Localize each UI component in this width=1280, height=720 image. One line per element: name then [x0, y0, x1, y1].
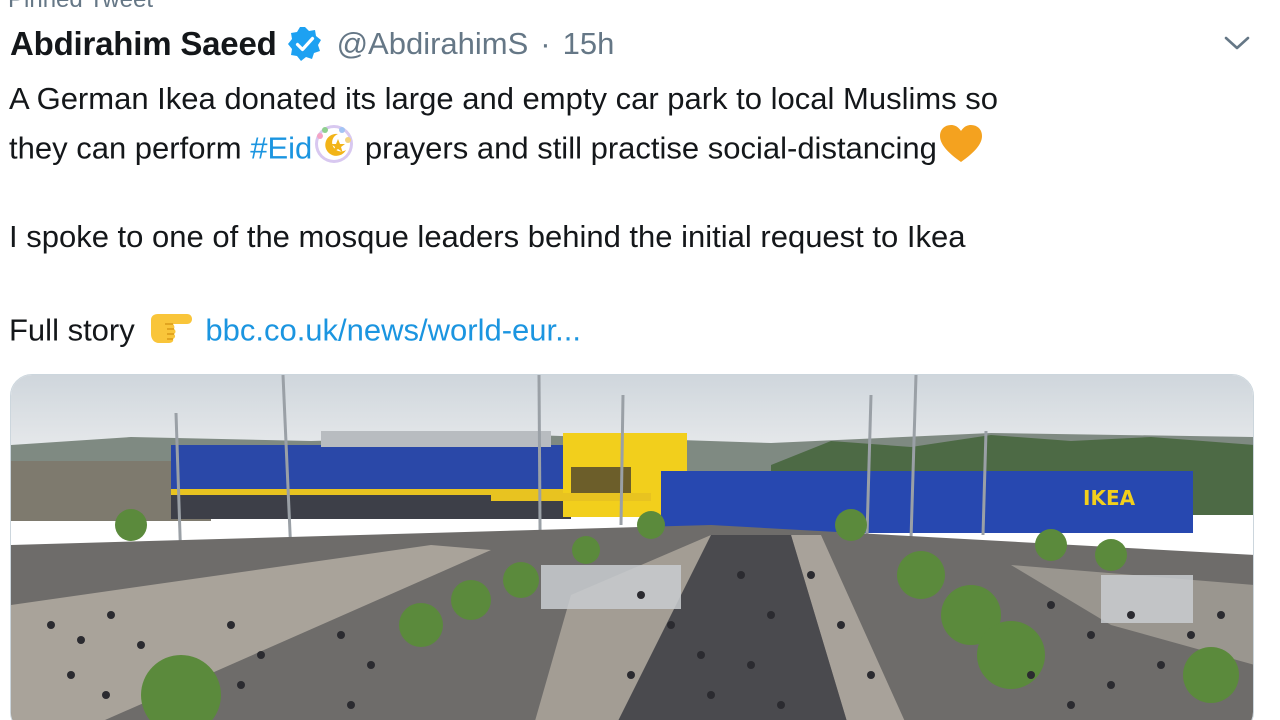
chevron-down-icon[interactable] — [1222, 32, 1252, 54]
tweet-text: A German Ikea donated its large and empt… — [9, 76, 1259, 352]
tweet-text-line: they can perform #Eid prayers and still … — [9, 122, 1259, 168]
tweet-text-segment: prayers and still practise social-distan… — [356, 130, 937, 166]
text-spacer — [9, 168, 1259, 214]
verified-badge-icon — [287, 26, 323, 62]
author-handle[interactable]: @AbdirahimS — [337, 26, 529, 62]
tweet-text-line: I spoke to one of the mosque leaders beh… — [9, 219, 966, 254]
crescent-star-emoji-icon — [312, 122, 356, 179]
tweet-text-line: Full story bbc.co.uk/news/world-eur... — [9, 306, 1259, 352]
hashtag-link[interactable]: #Eid — [250, 131, 312, 166]
pointing-right-emoji-icon — [147, 306, 193, 359]
tweet-text-segment: Full story — [9, 312, 144, 348]
author-display-name[interactable]: Abdirahim Saeed — [10, 25, 277, 63]
pinned-tweet-label: Pinned Tweet — [8, 0, 153, 14]
meta-separator: · — [540, 26, 551, 61]
tweet-media-photo[interactable]: IKEA — [10, 374, 1254, 720]
text-spacer — [9, 260, 1259, 306]
tweet-header: Abdirahim Saeed @AbdirahimS · 15h — [10, 22, 614, 66]
tweet-text-line: A German Ikea donated its large and empt… — [9, 81, 999, 116]
tweet-timestamp[interactable]: 15h — [563, 26, 615, 62]
story-link[interactable]: bbc.co.uk/news/world-eur... — [205, 313, 581, 348]
ikea-sign: IKEA — [1083, 486, 1136, 510]
orange-heart-emoji-icon — [937, 122, 985, 179]
car-park-prayer-photo: IKEA — [11, 375, 1253, 720]
tweet-text-segment: they can perform — [9, 130, 251, 166]
